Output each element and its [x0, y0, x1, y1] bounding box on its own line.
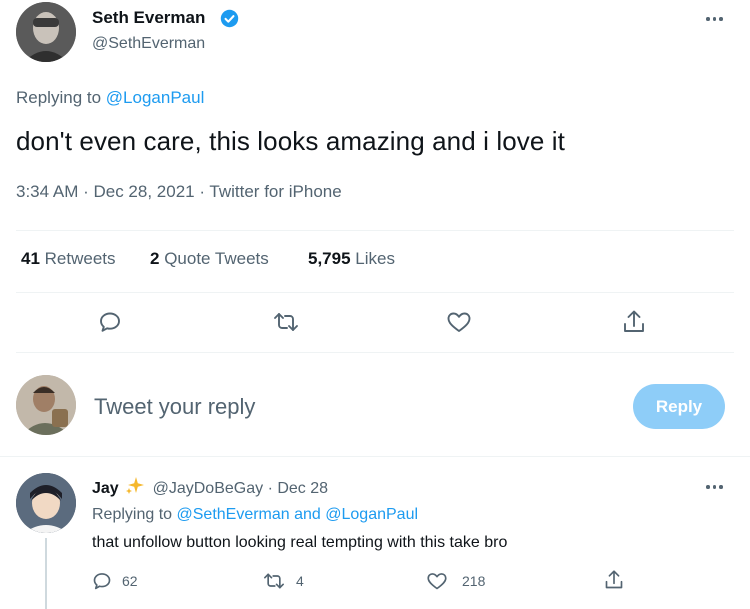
reply-replying-to: Replying to @SethEverman and @LoganPaul	[92, 506, 418, 524]
share-icon	[624, 310, 644, 332]
heart-icon	[447, 312, 471, 332]
likes-label: Likes	[355, 249, 395, 268]
author-name[interactable]: Seth Everman	[92, 8, 205, 28]
reply-submit-button[interactable]: Reply	[633, 384, 725, 429]
verified-badge-icon	[220, 9, 239, 33]
reply-reply-count: 62	[122, 573, 138, 589]
reply-replying-to-link[interactable]: @SethEverman and @LoganPaul	[177, 506, 419, 523]
reply-text: that unfollow button looking real tempti…	[92, 534, 508, 551]
likes-count: 5,795	[308, 249, 351, 268]
reply-date[interactable]: · Dec 28	[268, 480, 328, 497]
more-icon[interactable]	[706, 485, 723, 489]
author-avatar[interactable]	[16, 2, 76, 62]
retweet-button[interactable]	[271, 308, 301, 336]
author-avatar-image	[16, 2, 76, 62]
author-handle[interactable]: @SethEverman	[92, 35, 205, 53]
share-button[interactable]	[620, 307, 648, 337]
replying-to: Replying to @LoganPaul	[16, 88, 204, 108]
quote-tweets-label: Quote Tweets	[164, 249, 269, 268]
more-icon[interactable]	[706, 17, 723, 21]
tweet-timestamp[interactable]: 3:34 AM · Dec 28, 2021 · Twitter for iPh…	[16, 182, 342, 202]
reply-author-avatar-image	[16, 473, 76, 533]
sparkle-icon	[124, 476, 146, 501]
reply-like-count: 218	[462, 573, 486, 589]
retweet-icon	[264, 573, 284, 589]
current-user-avatar-image	[16, 375, 76, 435]
reply-author-name[interactable]: Jay	[92, 480, 119, 497]
like-button[interactable]	[445, 308, 473, 336]
divider	[0, 456, 750, 457]
retweets-label: Retweets	[44, 249, 116, 268]
thread-line	[45, 538, 47, 609]
divider	[16, 230, 734, 231]
replying-to-link[interactable]: @LoganPaul	[106, 88, 205, 107]
current-user-avatar[interactable]	[16, 375, 76, 435]
tweet-text: don't even care, this looks amazing and …	[16, 126, 565, 156]
reply-replying-prefix: Replying to	[92, 506, 173, 523]
reply-input[interactable]: Tweet your reply	[94, 394, 255, 420]
quote-tweets-stat[interactable]: 2 Quote Tweets	[150, 249, 269, 269]
replying-prefix: Replying to	[16, 88, 102, 107]
reply-button[interactable]	[96, 308, 124, 336]
reply-icon	[93, 573, 111, 590]
retweets-count: 41	[21, 249, 40, 268]
quote-tweets-count: 2	[150, 249, 160, 268]
retweets-stat[interactable]: 41 Retweets	[21, 249, 116, 269]
reply-share-button[interactable]	[604, 569, 624, 596]
retweet-icon	[274, 313, 298, 331]
divider	[16, 352, 734, 353]
divider	[16, 292, 734, 293]
likes-stat[interactable]: 5,795 Likes	[308, 249, 395, 269]
reply-retweet-button[interactable]: 4	[262, 571, 304, 591]
reply-icon	[100, 312, 120, 332]
reply-author-handle[interactable]: @JayDoBeGay	[153, 480, 264, 497]
reply-reply-button[interactable]: 62	[92, 571, 138, 591]
reply-author-header: Jay @JayDoBeGay · Dec 28	[92, 476, 328, 501]
share-icon	[605, 570, 623, 589]
reply-like-button[interactable]: 218	[426, 571, 485, 591]
reply-author-avatar[interactable]	[16, 473, 76, 533]
heart-icon	[427, 573, 447, 590]
reply-retweet-count: 4	[296, 573, 304, 589]
